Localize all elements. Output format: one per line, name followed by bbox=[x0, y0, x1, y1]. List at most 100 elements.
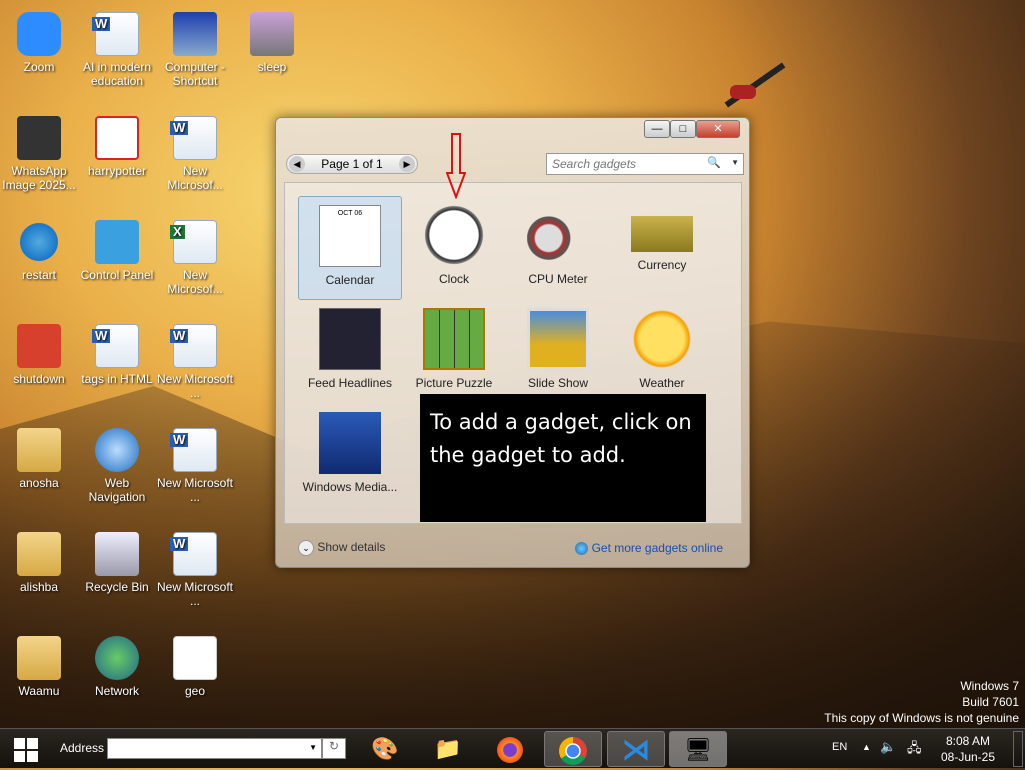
file-explorer-taskbar-icon[interactable]: 📁 bbox=[419, 731, 477, 767]
folder-icon bbox=[17, 636, 61, 680]
desktop-icon-new-microsoft[interactable]: New Microsoft ... bbox=[156, 532, 234, 608]
desktop-icon-computer-shortcut[interactable]: Computer - Shortcut bbox=[156, 12, 234, 88]
refresh-button[interactable]: ↻ bbox=[322, 738, 346, 759]
volume-icon[interactable]: 🔈 bbox=[880, 739, 896, 755]
red-arrow-annotation bbox=[446, 133, 466, 199]
word-icon bbox=[170, 324, 217, 368]
gadget-slide-show[interactable]: Slide Show bbox=[506, 300, 610, 404]
desktop-icon-harrypotter[interactable]: harrypotter bbox=[78, 116, 156, 178]
calendar-month: OCT 06 bbox=[337, 210, 363, 217]
maximize-button[interactable]: □ bbox=[670, 120, 696, 138]
word-icon bbox=[170, 116, 217, 160]
desktop-icon-new-microsof[interactable]: New Microsof... bbox=[156, 116, 234, 192]
search-gadgets-input[interactable]: Search gadgets 🔍 ▼ bbox=[546, 153, 744, 175]
desktop-icon-tags-in-html[interactable]: tags in HTML bbox=[78, 324, 156, 386]
gadgets-taskbar-icon[interactable]: 🖥 bbox=[669, 731, 727, 767]
paint-taskbar-icon[interactable]: 🎨 bbox=[356, 731, 414, 767]
desktop-icon-label: anosha bbox=[19, 476, 59, 490]
desktop-icon-network[interactable]: Network bbox=[78, 636, 156, 698]
start-button[interactable] bbox=[14, 738, 38, 762]
gadget-picture-puzzle[interactable]: Picture Puzzle bbox=[402, 300, 506, 404]
desktop-icon-label: New Microsoft ... bbox=[156, 372, 233, 400]
desktop-icon-new-microsoft[interactable]: New Microsoft ... bbox=[156, 324, 234, 400]
desktop-icon-shutdown[interactable]: shutdown bbox=[0, 324, 78, 386]
desktop-icon-label: Recycle Bin bbox=[85, 580, 149, 594]
gadget-weather[interactable]: Weather bbox=[610, 300, 714, 404]
control-icon bbox=[95, 220, 139, 264]
weather-gadget-icon bbox=[631, 308, 693, 370]
desktop-icon-recycle-bin[interactable]: Recycle Bin bbox=[78, 532, 156, 594]
firefox-taskbar-icon[interactable] bbox=[481, 731, 539, 767]
gadget-cpu-meter[interactable]: CPU Meter bbox=[506, 196, 610, 300]
desktop-icon-new-microsoft[interactable]: New Microsoft ... bbox=[156, 428, 234, 504]
address-input[interactable]: ▼ bbox=[107, 738, 322, 759]
gadget-currency[interactable]: Currency bbox=[610, 196, 714, 300]
show-details-button[interactable]: ⌄ Show details bbox=[298, 540, 385, 556]
next-page-button[interactable]: ▶ bbox=[399, 156, 415, 172]
desktop-icon-label: WhatsApp Image 2025... bbox=[2, 164, 76, 192]
desktop-icon-alishba[interactable]: alishba bbox=[0, 532, 78, 594]
gadget-label: Calendar bbox=[325, 273, 375, 287]
desktop-icon-ai-in-modern-education[interactable]: AI in modern education bbox=[78, 12, 156, 88]
slide-gadget-icon bbox=[527, 308, 589, 370]
desktop-icon-label: Network bbox=[94, 684, 139, 698]
windows-gadget-icon bbox=[319, 412, 381, 474]
desktop-icon-web-navigation[interactable]: Web Navigation bbox=[78, 428, 156, 504]
desktop-icon-label: Web Navigation bbox=[88, 476, 146, 504]
gadget-label: Windows Media... bbox=[302, 480, 398, 494]
desktop-icon-label: geo bbox=[184, 684, 206, 698]
word-icon bbox=[92, 12, 139, 56]
page-label: Page 1 of 1 bbox=[321, 157, 383, 171]
gadget-label: Slide Show bbox=[527, 376, 589, 390]
desktop-icon-zoom[interactable]: Zoom bbox=[0, 12, 78, 74]
vscode-taskbar-icon[interactable]: ⋊ bbox=[607, 731, 665, 767]
gadget-feed-headlines[interactable]: Feed Headlines bbox=[298, 300, 402, 404]
network-icon[interactable]: 🖧 bbox=[907, 739, 922, 761]
desktop-icon-restart[interactable]: restart bbox=[0, 220, 78, 282]
show-hidden-icons-icon[interactable]: ▲ bbox=[862, 742, 871, 752]
desktop-icon-whatsapp-image-2025[interactable]: WhatsApp Image 2025... bbox=[0, 116, 78, 192]
chevron-down-icon[interactable]: ▼ bbox=[309, 743, 317, 752]
minimize-button[interactable]: — bbox=[644, 120, 670, 138]
desktop-icon-label: Waamu bbox=[18, 684, 60, 698]
desktop-icon-label: harrypotter bbox=[87, 164, 147, 178]
clock[interactable]: 8:08 AM 08-Jun-25 bbox=[935, 733, 1001, 765]
desktop-icon-geo[interactable]: geo bbox=[156, 636, 234, 698]
show-desktop-button[interactable] bbox=[1013, 731, 1023, 767]
desktop-icon-sleep[interactable]: sleep bbox=[233, 12, 311, 74]
desktop-icon-label: New Microsof... bbox=[167, 268, 223, 296]
gadget-label: CPU Meter bbox=[528, 272, 588, 286]
prev-page-button[interactable]: ◀ bbox=[289, 156, 305, 172]
desktop-icon-new-microsof[interactable]: New Microsof... bbox=[156, 220, 234, 296]
search-placeholder: Search gadgets bbox=[552, 157, 637, 171]
watermark-os: Windows 7 bbox=[960, 679, 1019, 693]
gadget-calendar[interactable]: OCT 06 Calendar bbox=[298, 196, 402, 300]
search-icon[interactable]: 🔍 bbox=[707, 156, 721, 169]
gadget-clock[interactable]: Clock bbox=[402, 196, 506, 300]
page-navigator: ◀ Page 1 of 1 ▶ bbox=[286, 154, 418, 174]
close-button[interactable]: ✕ bbox=[696, 120, 740, 138]
gadget-label: Clock bbox=[438, 272, 469, 286]
get-more-gadgets-link[interactable]: Get more gadgets online bbox=[575, 541, 723, 556]
gadget-windows-media[interactable]: Windows Media... bbox=[298, 404, 402, 508]
desktop-icon-label: sleep bbox=[257, 60, 287, 74]
desktop-icon-label: New Microsoft ... bbox=[156, 476, 233, 504]
desktop-icon-label: New Microsof... bbox=[167, 164, 223, 192]
word-icon bbox=[170, 532, 217, 576]
currency-gadget-icon bbox=[631, 216, 693, 252]
desktop-icon-label: Computer - Shortcut bbox=[164, 60, 226, 88]
desktop-icon-waamu[interactable]: Waamu bbox=[0, 636, 78, 698]
desktop-icon-label: tags in HTML bbox=[81, 372, 153, 386]
desktop-icon-label: New Microsoft ... bbox=[156, 580, 233, 608]
chevron-down-icon[interactable]: ▼ bbox=[731, 158, 739, 167]
ppt-icon bbox=[173, 636, 217, 680]
desktop-icon-anosha[interactable]: anosha bbox=[0, 428, 78, 490]
chrome-taskbar-icon[interactable] bbox=[544, 731, 602, 767]
language-indicator[interactable]: EN bbox=[832, 741, 847, 753]
desktop-icon-control-panel[interactable]: Control Panel bbox=[78, 220, 156, 282]
gadget-label: Currency bbox=[637, 258, 687, 272]
computer-icon bbox=[173, 12, 217, 56]
gadget-label: Feed Headlines bbox=[307, 376, 393, 390]
calendar-gadget-icon: OCT 06 bbox=[319, 205, 381, 267]
folder-icon bbox=[17, 428, 61, 472]
